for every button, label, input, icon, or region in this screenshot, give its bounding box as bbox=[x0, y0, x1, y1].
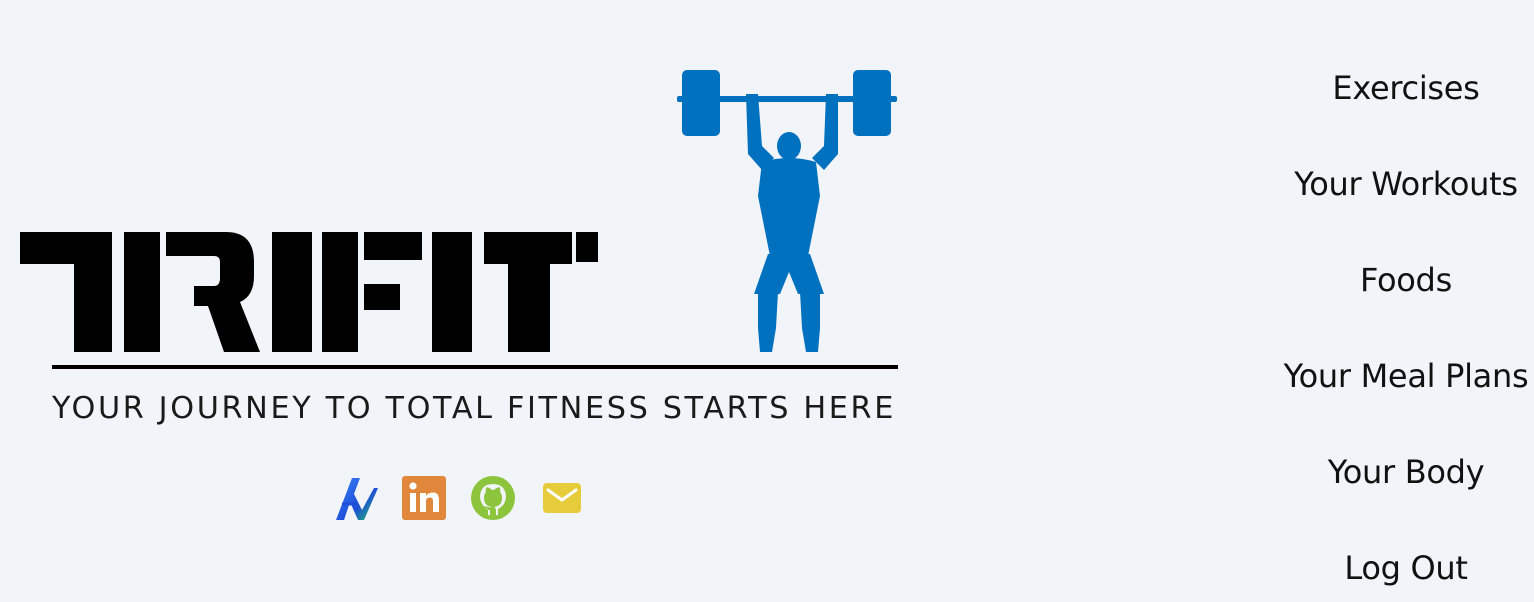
page: YOUR JOURNEY TO TOTAL FITNESS STARTS HER… bbox=[0, 0, 1534, 602]
nav-item-label: Foods bbox=[1360, 261, 1452, 299]
nav-item-exercises[interactable]: Exercises bbox=[1270, 60, 1534, 124]
logo-underline bbox=[52, 365, 898, 369]
logo-tagline: YOUR JOURNEY TO TOTAL FITNESS STARTS HER… bbox=[51, 391, 896, 426]
github-icon bbox=[471, 476, 515, 520]
linkedin-link[interactable] bbox=[401, 474, 447, 522]
trifit-logo[interactable]: YOUR JOURNEY TO TOTAL FITNESS STARTS HER… bbox=[18, 66, 900, 426]
portfolio-link[interactable] bbox=[332, 474, 378, 522]
mail-icon bbox=[543, 483, 581, 513]
social-links bbox=[332, 474, 585, 522]
nav-item-label: Your Body bbox=[1327, 453, 1485, 491]
linkedin-icon bbox=[402, 476, 446, 520]
portfolio-logo-icon bbox=[336, 478, 378, 520]
nav-item-log-out[interactable]: Log Out bbox=[1270, 540, 1534, 602]
logo-wordmark bbox=[20, 232, 598, 352]
email-link[interactable] bbox=[539, 474, 585, 522]
weightlifter-icon bbox=[677, 70, 897, 352]
nav-item-your-workouts[interactable]: Your Workouts bbox=[1270, 156, 1534, 220]
main-nav: Exercises Your Workouts Foods Your Meal … bbox=[1270, 60, 1534, 602]
nav-item-label: Your Meal Plans bbox=[1283, 357, 1529, 395]
nav-item-label: Log Out bbox=[1344, 549, 1468, 587]
nav-item-your-meal-plans[interactable]: Your Meal Plans bbox=[1270, 348, 1534, 412]
nav-item-label: Exercises bbox=[1332, 69, 1480, 107]
nav-item-label: Your Workouts bbox=[1294, 165, 1518, 203]
github-link[interactable] bbox=[470, 474, 516, 522]
nav-item-your-body[interactable]: Your Body bbox=[1270, 444, 1534, 508]
nav-item-foods[interactable]: Foods bbox=[1270, 252, 1534, 316]
